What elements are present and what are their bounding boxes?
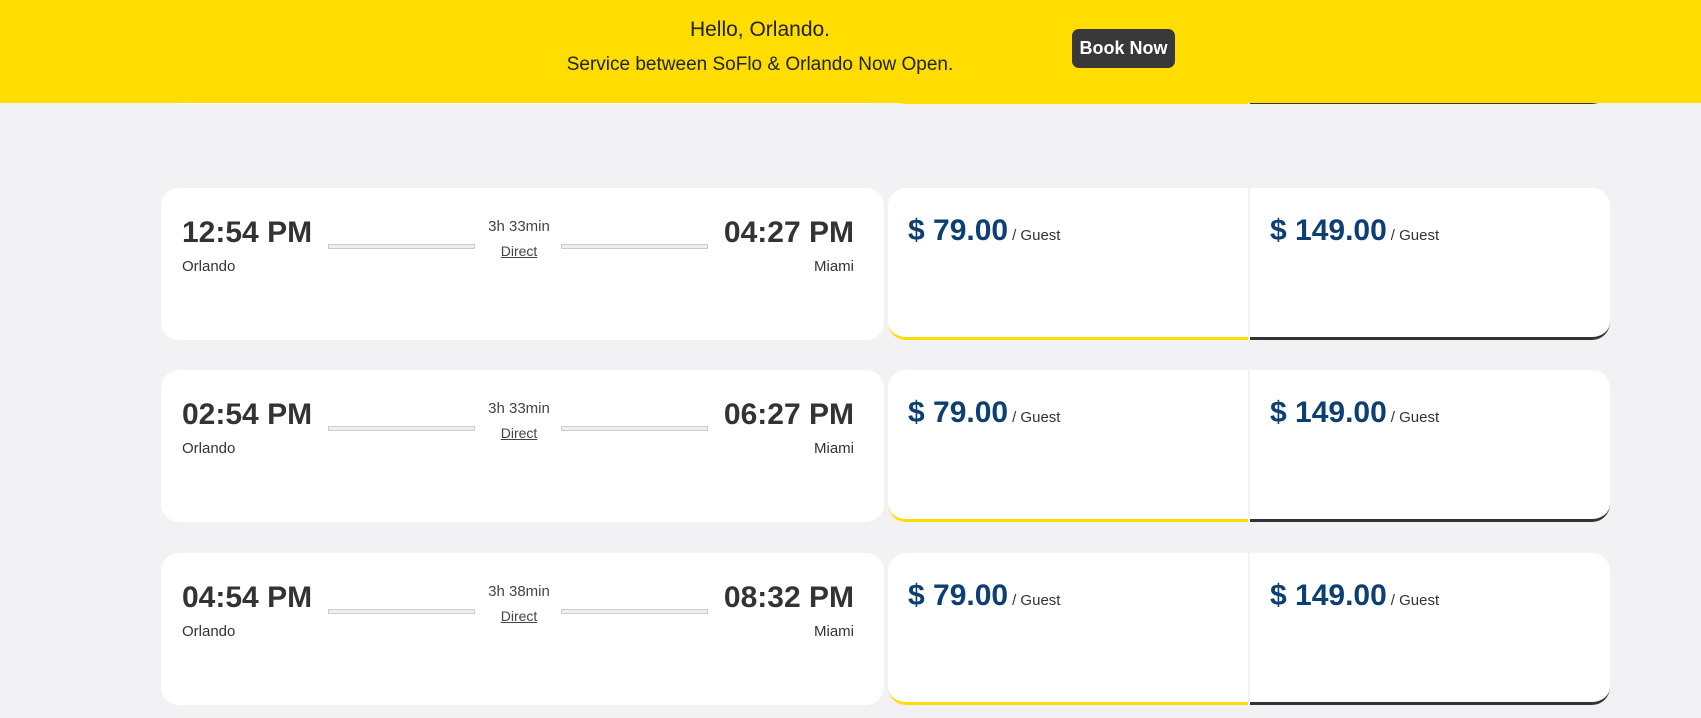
fare-price: $ 79.00 xyxy=(908,579,1009,612)
fare-smart[interactable]: $ 79.00/ Guest xyxy=(888,188,1248,340)
route-line xyxy=(561,244,708,249)
price-unit: / Guest xyxy=(1012,227,1061,244)
route-line xyxy=(328,609,475,614)
arrival-time: 06:27 PM xyxy=(723,398,854,431)
fare-price: $ 79.00 xyxy=(908,396,1009,429)
price-unit: / Guest xyxy=(1390,592,1440,609)
fare-price: $ 79.00 xyxy=(908,214,1009,247)
route-line xyxy=(328,426,475,431)
departure-time: 04:54 PM xyxy=(182,581,313,614)
fare-price: $ 149.00 xyxy=(1270,214,1387,247)
destination-station: Miami xyxy=(814,623,854,640)
fare-price: $ 149.00 xyxy=(1270,579,1387,612)
trip-card[interactable]: 02:54 PM Orlando 3h 33min Direct 06:27 P… xyxy=(161,370,884,522)
price-unit: / Guest xyxy=(1390,409,1440,426)
price-unit: / Guest xyxy=(1390,227,1440,244)
fare-premium[interactable]: $ 149.00/ Guest xyxy=(1250,188,1610,340)
book-now-button[interactable]: Book Now xyxy=(1072,29,1175,68)
fare-smart[interactable]: $ 79.00/ Guest xyxy=(888,370,1248,522)
trip-card[interactable]: 04:54 PM Orlando 3h 38min Direct 08:32 P… xyxy=(161,553,884,705)
trip-row: 12:54 PM Orlando 3h 33min Direct 04:27 P… xyxy=(161,188,1610,340)
banner-message: Service between SoFlo & Orlando Now Open… xyxy=(566,54,954,75)
trip-card[interactable]: 12:54 PM Orlando 3h 33min Direct 04:27 P… xyxy=(161,188,884,340)
fare-premium[interactable]: $ 149.00/ Guest xyxy=(1250,370,1610,522)
arrival-time: 08:32 PM xyxy=(723,581,854,614)
fare-smart[interactable]: $ 79.00/ Guest xyxy=(888,553,1248,705)
origin-station: Orlando xyxy=(182,440,236,457)
banner-greeting: Hello, Orlando. xyxy=(689,18,831,41)
departure-time: 02:54 PM xyxy=(182,398,313,431)
route-line xyxy=(561,609,708,614)
direct-link[interactable]: Direct xyxy=(479,243,559,259)
duration: 3h 33min xyxy=(488,218,550,235)
fare-price: $ 149.00 xyxy=(1270,396,1387,429)
destination-station: Miami xyxy=(814,258,854,275)
direct-link[interactable]: Direct xyxy=(479,425,559,441)
direct-link[interactable]: Direct xyxy=(479,608,559,624)
duration: 3h 33min xyxy=(488,400,550,417)
route-line xyxy=(561,426,708,431)
route-line xyxy=(328,244,475,249)
trip-row: 02:54 PM Orlando 3h 33min Direct 06:27 P… xyxy=(161,370,1610,522)
price-unit: / Guest xyxy=(1012,592,1061,609)
arrival-time: 04:27 PM xyxy=(723,216,854,249)
promo-banner: Hello, Orlando. Service between SoFlo & … xyxy=(0,0,1701,103)
departure-time: 12:54 PM xyxy=(182,216,313,249)
price-unit: / Guest xyxy=(1012,409,1061,426)
duration: 3h 38min xyxy=(488,583,550,600)
origin-station: Orlando xyxy=(182,623,236,640)
origin-station: Orlando xyxy=(182,258,236,275)
trip-row: 04:54 PM Orlando 3h 38min Direct 08:32 P… xyxy=(161,553,1610,705)
destination-station: Miami xyxy=(814,440,854,457)
fare-premium[interactable]: $ 149.00/ Guest xyxy=(1250,553,1610,705)
